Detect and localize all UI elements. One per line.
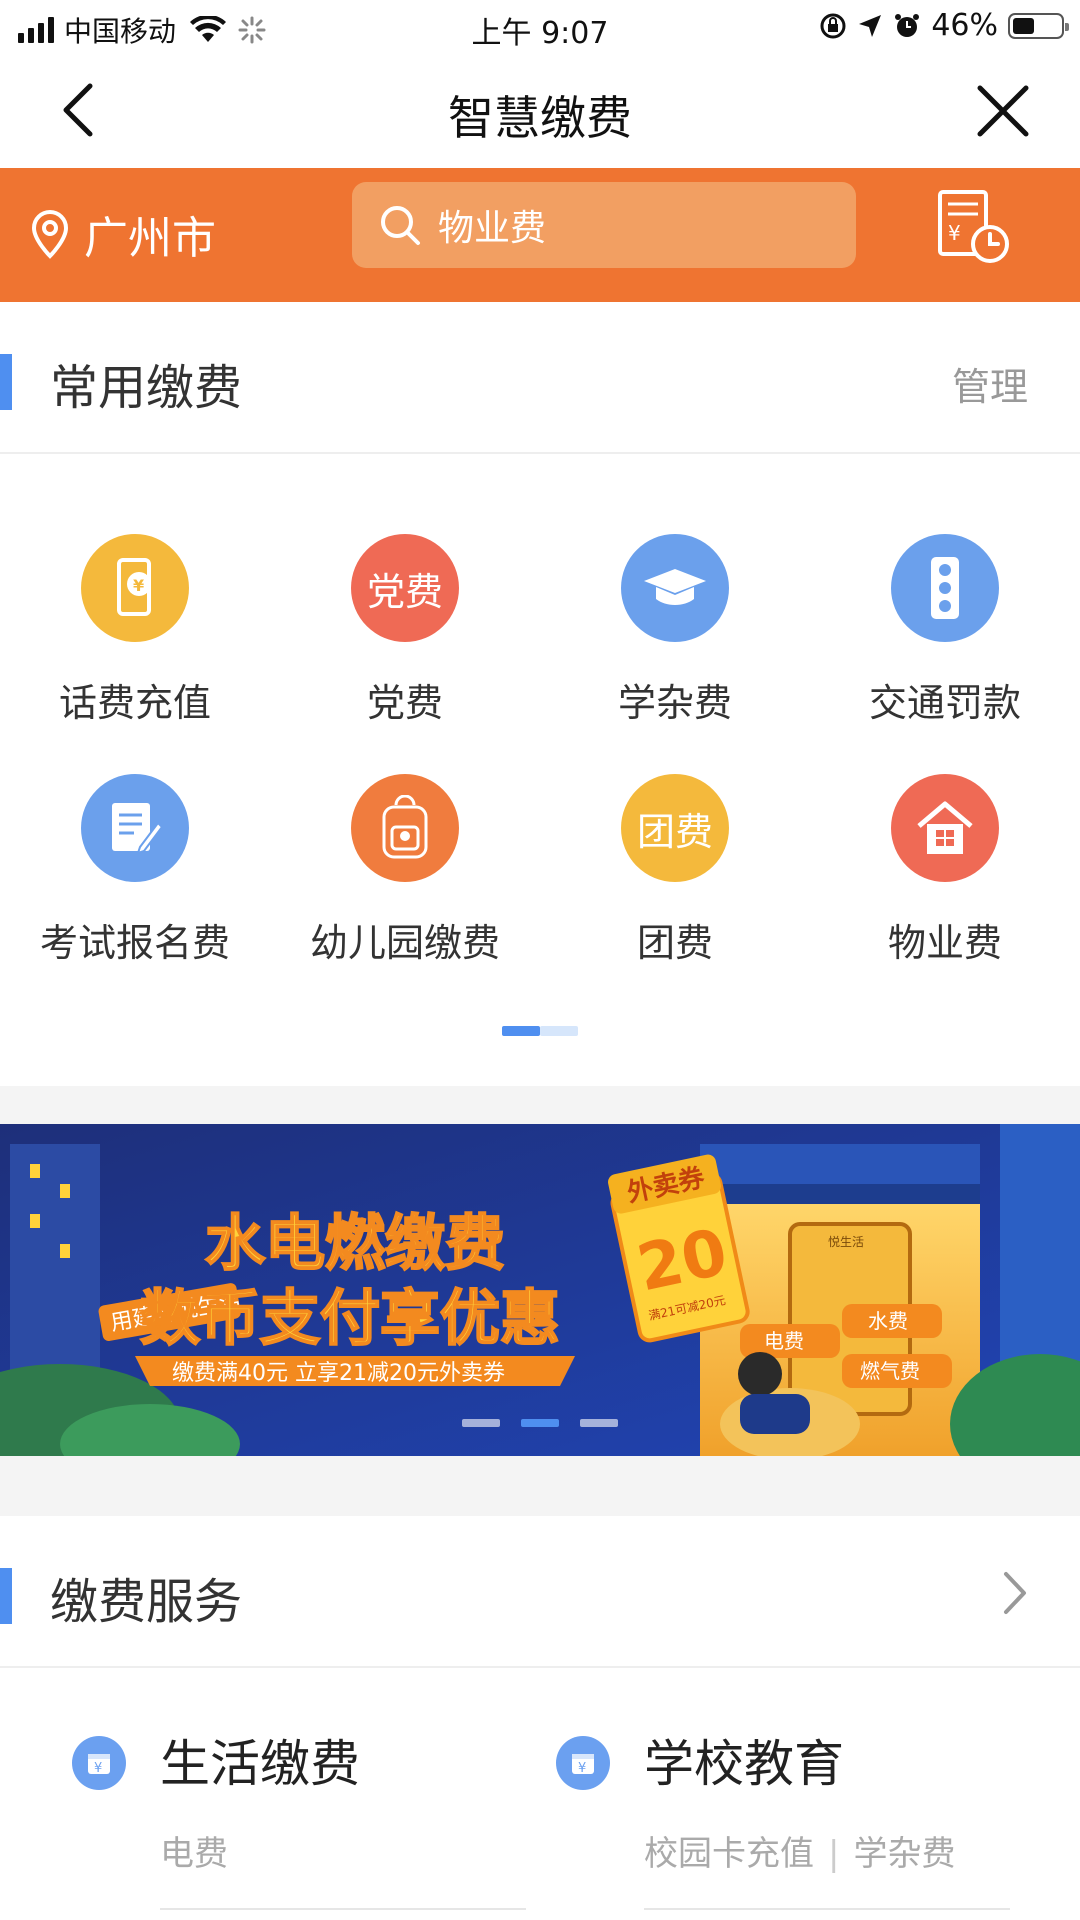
location-arrow-icon [859, 14, 882, 37]
grid-item-phone-topup[interactable]: ¥ 话费充值 [0, 534, 270, 727]
divider [160, 1908, 526, 1910]
search-input[interactable]: 物业费 [352, 182, 856, 268]
status-bar: 中国移动 上午 9:07 46% [0, 0, 1080, 54]
city-name: 广州市 [84, 213, 216, 264]
grid-item-kindergarten[interactable]: 幼儿园缴费 [270, 774, 540, 967]
service-title: 学校教育 [644, 1735, 844, 1793]
grid-item-traffic-fine[interactable]: 交通罚款 [810, 534, 1080, 727]
service-subitem-campus-card[interactable]: 校园卡充值 [644, 1834, 814, 1874]
grid-item-exam-fee[interactable]: 考试报名费 [0, 774, 270, 967]
slide-dot-active [521, 1419, 559, 1427]
search-icon [381, 206, 420, 245]
grid-item-tuition[interactable]: 学杂费 [540, 534, 810, 727]
payment-services-card: 缴费服务 ¥ 生活缴费 电费 ¥ 学校教育 校园卡充值 | 学杂费 [0, 1516, 1080, 1920]
yuan-box-icon: ¥ [72, 1736, 126, 1790]
page-title: 智慧缴费 [448, 91, 632, 145]
alarm-icon [895, 13, 920, 37]
common-payments-card: 常用缴费 管理 ¥ 话费充值 党费 党费 学杂费 交通罚款 考试报名费 幼儿园缴… [0, 302, 1080, 1086]
rotation-lock-icon [820, 13, 846, 38]
party-fee-icon-text: 党费 [366, 569, 443, 614]
grid-item-party-fee[interactable]: 党费 党费 [270, 534, 540, 727]
bill-history-icon[interactable]: ¥ [936, 188, 1012, 268]
close-icon[interactable] [974, 82, 1032, 140]
search-placeholder: 物业费 [438, 208, 547, 249]
graduation-cap-icon [621, 534, 729, 642]
city-selector[interactable]: 广州市 [30, 202, 216, 266]
slide-dot [580, 1419, 618, 1427]
banner-ribbon-text: 缴费满40元 立享21减20元外卖券 [172, 1361, 505, 1386]
party-fee-icon: 党费 [351, 534, 459, 642]
payment-services-title: 缴费服务 [50, 1574, 243, 1630]
subitem-separator: | [828, 1834, 840, 1874]
svg-text:¥: ¥ [948, 221, 961, 245]
service-title: 生活缴费 [160, 1735, 360, 1793]
promo-banner[interactable]: 外卖券 20 满21可减20元 悦生活 电费 水费 燃气费 用建行悦生活 水电燃… [0, 1124, 1080, 1456]
manage-button[interactable]: 管理 [952, 356, 1028, 411]
grid-item-label: 物业费 [887, 921, 1002, 965]
common-payments-title: 常用缴费 [50, 360, 243, 416]
grid-item-label: 团费 [636, 921, 713, 965]
school-bag-icon [351, 774, 459, 882]
section-accent-bar [0, 1568, 12, 1624]
yuan-box-icon: ¥ [556, 1736, 610, 1790]
grid-item-label: 幼儿园缴费 [309, 921, 500, 965]
page-dot [540, 1026, 578, 1036]
house-icon [891, 774, 999, 882]
service-subitem-tuition[interactable]: 学杂费 [853, 1834, 955, 1874]
chip-water-text: 水费 [868, 1309, 908, 1333]
svg-text:¥: ¥ [133, 576, 144, 595]
search-header: 广州市 物业费 ¥ [0, 168, 1080, 302]
battery-percent: 46% [931, 8, 998, 43]
grid-item-label: 考试报名费 [39, 921, 230, 965]
page-dot-active [502, 1026, 540, 1036]
promo-banner-art: 外卖券 20 满21可减20元 悦生活 电费 水费 燃气费 用建行悦生活 水电燃… [0, 1124, 1080, 1456]
service-subitems: 电费 [160, 1826, 228, 1875]
league-fee-icon-text: 团费 [636, 809, 713, 854]
grid-item-label: 党费 [366, 681, 443, 725]
svg-text:¥: ¥ [94, 1761, 102, 1776]
svg-text:¥: ¥ [578, 1761, 586, 1776]
chevron-right-icon[interactable] [1000, 1568, 1030, 1618]
grid-item-label: 交通罚款 [868, 681, 1021, 725]
payment-services-header[interactable]: 缴费服务 [0, 1516, 1080, 1668]
battery-fill [1013, 17, 1035, 34]
chip-gas-text: 燃气费 [860, 1359, 920, 1383]
common-payments-header: 常用缴费 管理 [0, 302, 1080, 454]
league-fee-icon: 团费 [621, 774, 729, 882]
chip-electric-text: 电费 [764, 1329, 804, 1353]
section-accent-bar [0, 354, 12, 410]
traffic-light-icon [891, 534, 999, 642]
nav-bar: 智慧缴费 [0, 54, 1080, 168]
phone-yuan-icon: ¥ [81, 534, 189, 642]
banner-line2: 数币支付享优惠 [140, 1284, 560, 1354]
location-pin-icon [31, 209, 69, 259]
grid-item-league-fee[interactable]: 团费 团费 [540, 774, 810, 967]
grid-item-label: 学杂费 [617, 681, 732, 725]
status-right: 46% [819, 8, 1069, 43]
exam-form-icon [81, 774, 189, 882]
banner-line1: 水电燃缴费 [205, 1209, 505, 1279]
battery-icon [1008, 12, 1069, 39]
service-subitems: 校园卡充值 | 学杂费 [644, 1826, 955, 1875]
grid-item-property-fee[interactable]: 物业费 [810, 774, 1080, 967]
service-subitem-electric[interactable]: 电费 [160, 1834, 228, 1874]
screen-header-text: 悦生活 [828, 1235, 864, 1249]
grid-page-indicator [502, 1026, 578, 1036]
slide-dot [462, 1419, 500, 1427]
grid-item-label: 话费充值 [58, 681, 211, 725]
divider [644, 1908, 1010, 1910]
